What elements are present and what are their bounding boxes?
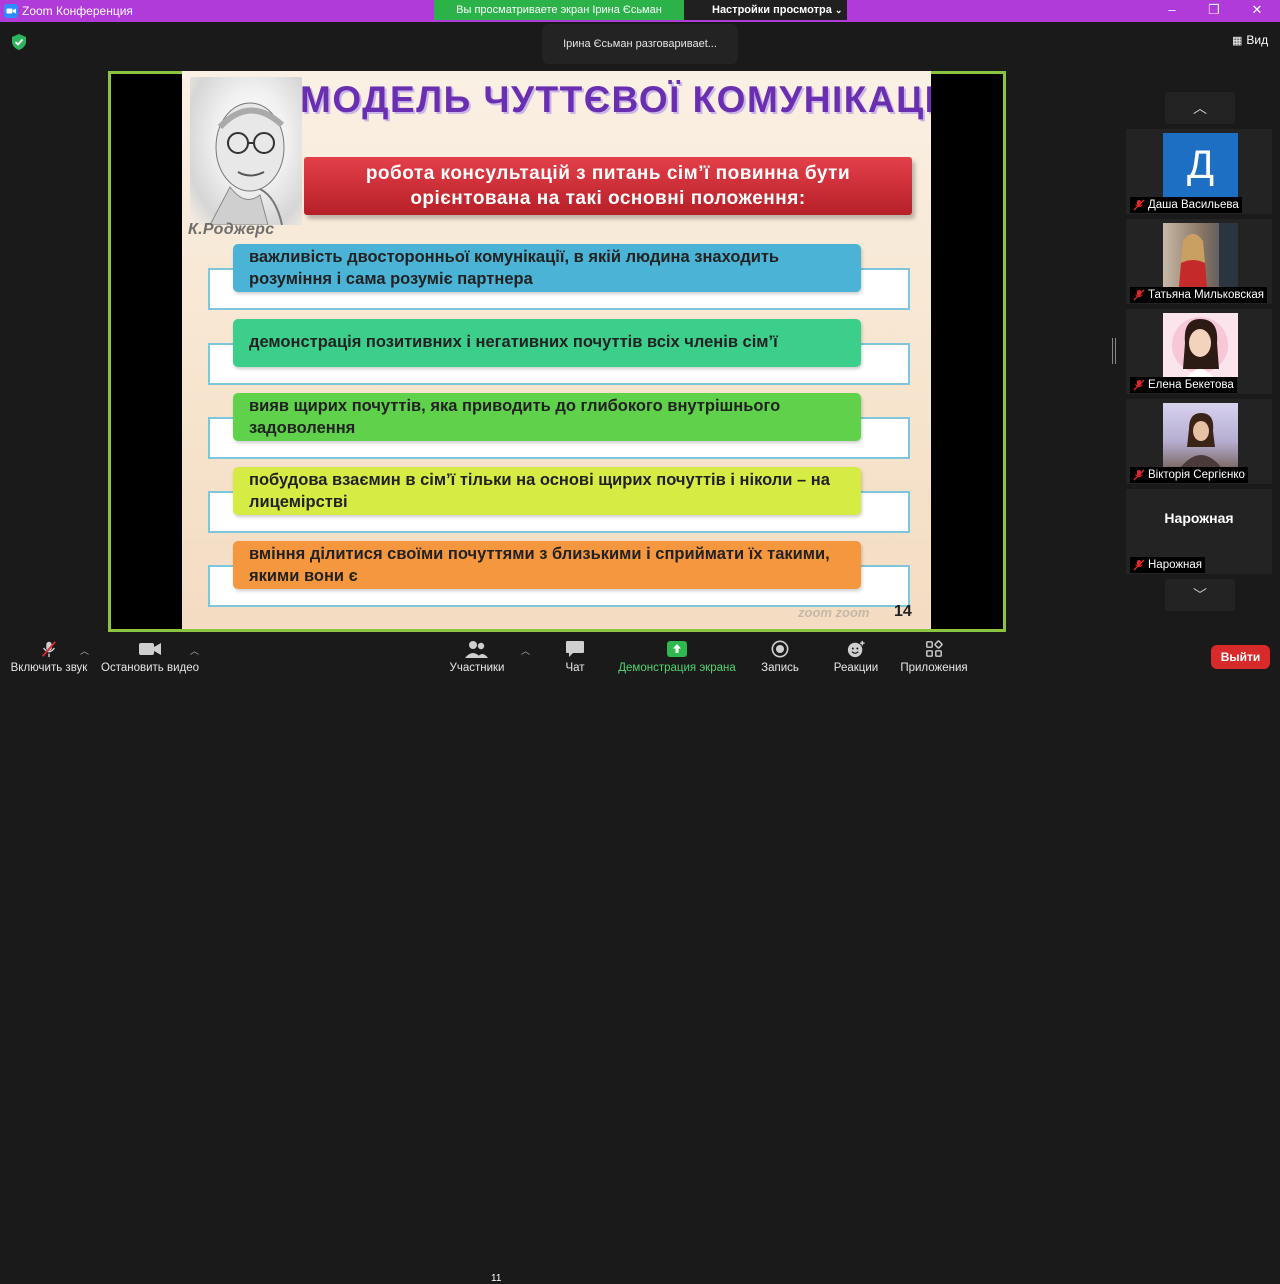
participant-name-text: Даша Васильева (1148, 199, 1239, 211)
security-shield-icon[interactable] (12, 34, 26, 50)
apps-button[interactable]: Приложения (898, 632, 970, 674)
participant-name: Даша Васильева (1130, 197, 1242, 213)
item-box: важливість двосторонньої комунікації, в … (233, 244, 861, 292)
viewing-share-banner: Вы просматриваете экран Ірина Єсьман (434, 0, 684, 20)
reactions-icon (847, 640, 865, 658)
apps-label: Приложения (900, 662, 968, 674)
item-box: демонстрація позитивних і негативних поч… (233, 319, 861, 367)
mic-muted-icon (1133, 199, 1145, 211)
window-title: Zoom Конференция (22, 4, 133, 18)
mic-muted-icon (1133, 559, 1145, 571)
participant-name: Нарожная (1130, 557, 1206, 573)
view-options-dropdown[interactable]: Настройки просмотра ⌄ (684, 0, 847, 20)
participant-video (1163, 403, 1238, 467)
share-screen-button[interactable]: Демонстрация экрана (615, 632, 739, 674)
participants-count: 11 (491, 1273, 502, 1284)
participant-tile[interactable]: Нарожная Нарожная (1126, 489, 1272, 574)
mic-muted-icon (42, 641, 56, 658)
slide-heading: МОДЕЛЬ ЧУТТЄВОЇ КОМУНІКАЦІЇ (300, 79, 931, 120)
participant-name-text: Елена Бекетова (1148, 379, 1234, 391)
avatar: Д (1163, 133, 1238, 197)
chevron-up-icon: ︿ (1193, 100, 1207, 116)
mic-muted-icon (1133, 469, 1145, 481)
gallery-prev-button[interactable]: ︿ (1165, 92, 1235, 124)
view-options-label: Настройки просмотра (712, 4, 832, 16)
record-icon (771, 640, 789, 658)
view-button-label: Вид (1246, 33, 1269, 47)
chevron-down-icon: ﹀ (1193, 587, 1207, 603)
panel-resize-handle[interactable] (1112, 338, 1116, 364)
audio-options-caret[interactable]: ︿ (80, 644, 89, 657)
chat-icon (566, 641, 584, 657)
participant-tile[interactable]: Д Даша Васильева (1126, 129, 1272, 214)
share-screen-icon (667, 641, 687, 657)
video-camera-icon (139, 643, 161, 655)
subtitle-line-1: робота консультацій з питань сім’ї повин… (365, 163, 851, 184)
participant-name: Елена Бекетова (1130, 377, 1237, 393)
slide-page-number: 14 (894, 603, 912, 620)
stop-video-button[interactable]: Остановить видео (100, 632, 200, 674)
participant-name-text: Вікторія Сергієнко (1148, 469, 1245, 481)
unmute-label: Включить звук (10, 662, 88, 674)
participant-tile[interactable]: Елена Бекетова (1126, 309, 1272, 394)
chat-label: Чат (565, 662, 585, 674)
unmute-button[interactable]: Включить звук (8, 632, 90, 674)
item-box: побудова взаємин в сім’ї тільки на основ… (233, 467, 861, 515)
active-speaker-indicator: Ірина Єсьман разговариваеt... (542, 24, 738, 64)
chevron-down-icon: ⌄ (834, 5, 843, 15)
participant-tile[interactable]: Вікторія Сергієнко (1126, 399, 1272, 484)
record-label: Запись (761, 662, 799, 674)
close-button[interactable]: ✕ (1242, 2, 1272, 18)
subtitle-line-2: орієнтована на такі основні положення: (410, 188, 806, 209)
participant-name: Вікторія Сергієнко (1130, 467, 1248, 483)
item-box: вияв щирих почуттів, яка приводить до гл… (233, 393, 861, 441)
participant-display-name: Нарожная (1164, 510, 1234, 526)
avatar-letter: Д (1186, 143, 1215, 187)
item-box: вміння ділитися своїми почуттями з близь… (233, 541, 861, 589)
participants-label: Участники (449, 662, 505, 674)
zoom-app-icon (4, 4, 18, 18)
participants-icon (465, 641, 488, 658)
participant-avatar-image (1163, 313, 1238, 377)
record-button[interactable]: Запись (752, 632, 808, 674)
reactions-label: Реакции (833, 662, 879, 674)
presentation-slide: К.Роджерс МОДЕЛЬ ЧУТТЄВОЇ КОМУНІКАЦІЇ ро… (182, 71, 931, 629)
participant-name-text: Татьяна Мильковская (1148, 289, 1264, 301)
stop-video-label: Остановить видео (101, 662, 199, 674)
participant-video (1163, 223, 1238, 287)
mic-muted-icon (1133, 289, 1145, 301)
minimize-button[interactable]: – (1157, 2, 1187, 17)
slide-watermark: zoom zoom (798, 605, 870, 620)
share-screen-label: Демонстрация экрана (618, 662, 736, 674)
participant-name-text: Нарожная (1148, 559, 1203, 571)
chat-button[interactable]: Чат (550, 632, 600, 674)
view-button[interactable]: ▦ Вид (1232, 33, 1268, 47)
participants-button[interactable]: Участники (446, 632, 508, 674)
gallery-next-button[interactable]: ﹀ (1165, 579, 1235, 611)
meeting-toolbar: Включить звук ︿ Остановить видео ︿ Участ… (0, 632, 1280, 1284)
participant-name: Татьяна Мильковская (1130, 287, 1267, 303)
slide-subtitle: робота консультацій з питань сім’ї повин… (304, 157, 912, 215)
leave-button[interactable]: Выйти (1211, 645, 1270, 669)
participant-tile[interactable]: Татьяна Мильковская (1126, 219, 1272, 304)
author-caption: К.Роджерс (188, 221, 275, 238)
reactions-button[interactable]: Реакции (826, 632, 886, 674)
grid-icon: ▦ (1232, 35, 1243, 47)
apps-icon (926, 640, 943, 657)
mic-muted-icon (1133, 379, 1145, 391)
portrait-image (190, 77, 302, 226)
video-options-caret[interactable]: ︿ (190, 644, 199, 657)
maximize-button[interactable]: ❐ (1199, 2, 1229, 18)
participants-options-caret[interactable]: ︿ (521, 644, 530, 657)
